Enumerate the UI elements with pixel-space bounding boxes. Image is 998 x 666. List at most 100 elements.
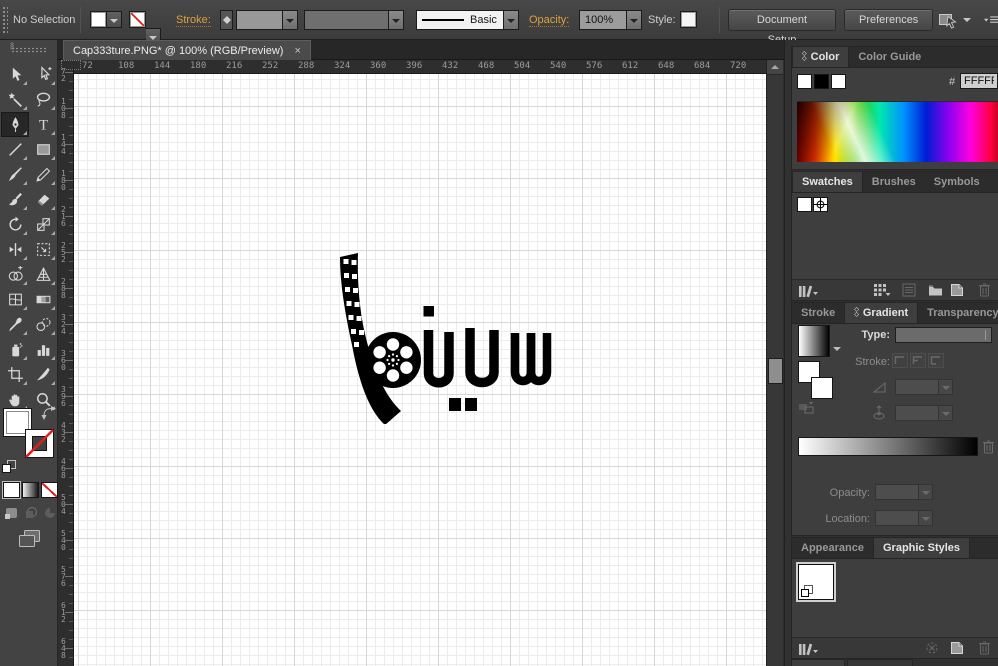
unlink-style-icon[interactable] <box>924 640 940 656</box>
new-swatch-icon[interactable] <box>950 283 964 297</box>
delete-style-icon[interactable] <box>978 640 991 655</box>
cinema-logo-artwork[interactable]: سينما <box>330 248 562 424</box>
panel-grip[interactable] <box>2 6 8 34</box>
free-transform-tool[interactable] <box>29 237 57 262</box>
close-icon[interactable]: × <box>294 45 300 57</box>
magic-wand-tool[interactable] <box>1 87 29 112</box>
delete-swatch-icon[interactable] <box>978 282 991 297</box>
new-color-group-icon[interactable] <box>928 283 943 297</box>
width-tool[interactable] <box>1 237 29 262</box>
tab-appearance[interactable]: Appearance <box>792 538 873 558</box>
tab-color-guide[interactable]: Color Guide <box>849 47 930 67</box>
shape-builder-tool[interactable] <box>1 262 29 287</box>
tab-transparency[interactable]: Transparency <box>918 303 998 323</box>
stroke-color-swatch[interactable] <box>129 11 146 28</box>
symbol-sprayer-tool[interactable] <box>1 337 29 362</box>
swatch-kinds-menu-icon[interactable] <box>873 283 891 297</box>
default-fill-stroke-icon[interactable] <box>2 460 17 474</box>
eyedropper-tool[interactable] <box>1 312 29 337</box>
stroke-weight-combo[interactable] <box>236 10 298 30</box>
rotate-tool[interactable] <box>1 212 29 237</box>
gradient-angle-combo[interactable] <box>895 379 953 395</box>
reverse-gradient-icon[interactable] <box>798 401 816 415</box>
lasso-tool[interactable] <box>29 87 57 112</box>
hex-value-input[interactable] <box>960 73 998 89</box>
mesh-tool[interactable] <box>1 287 29 312</box>
brush-definition-combo[interactable]: Basic <box>416 10 519 30</box>
style-libraries-icon[interactable] <box>798 641 818 656</box>
column-graph-tool[interactable] <box>29 337 57 362</box>
select-similar-dropdown[interactable] <box>963 18 971 26</box>
fill-color-dropdown[interactable] <box>107 11 122 28</box>
scroll-up-icon[interactable] <box>767 60 783 75</box>
swatch-none[interactable] <box>797 197 812 212</box>
draw-normal-icon[interactable] <box>4 506 20 520</box>
chevron-down-icon[interactable] <box>388 11 403 29</box>
draw-inside-icon[interactable] <box>42 506 58 520</box>
document-setup-button[interactable]: Document Setup <box>728 9 836 31</box>
color-white-swatch[interactable] <box>831 74 846 89</box>
gradient-slider[interactable] <box>798 437 978 456</box>
perspective-grid-tool[interactable] <box>29 262 57 287</box>
vertical-ruler[interactable]: 7 21 0 81 4 41 8 02 1 62 5 22 8 83 2 43 … <box>58 68 74 666</box>
draw-behind-icon[interactable] <box>23 506 39 520</box>
blob-brush-tool[interactable] <box>1 187 29 212</box>
swap-fill-stroke-icon[interactable] <box>41 406 56 420</box>
none-mode-button[interactable] <box>41 482 58 498</box>
eraser-tool[interactable] <box>29 187 57 212</box>
tab-stroke[interactable]: Stroke <box>792 303 844 323</box>
stroke-weight-stepper[interactable] <box>220 10 233 30</box>
paintbrush-tool[interactable] <box>1 162 29 187</box>
chevron-down-icon[interactable] <box>503 11 518 29</box>
tab-color[interactable]: ◇ ◇Color <box>792 47 849 67</box>
width-profile-combo[interactable] <box>304 10 404 30</box>
gradient-stroke-buttons[interactable] <box>892 353 946 368</box>
tab-brushes[interactable]: Brushes <box>863 172 925 192</box>
default-graphic-style-item[interactable] <box>798 564 834 600</box>
swatch-libraries-icon[interactable] <box>798 283 818 298</box>
gradient-aspect-combo[interactable] <box>895 405 953 421</box>
collapsed-panel-tab[interactable] <box>847 659 913 666</box>
gradient-menu-dropdown[interactable] <box>833 347 841 355</box>
line-segment-tool[interactable] <box>1 137 29 162</box>
selection-tool[interactable] <box>1 62 29 87</box>
fill-color-swatch[interactable] <box>90 11 107 28</box>
horizontal-ruler[interactable]: 7210814418021625228832436039643246850454… <box>74 60 766 74</box>
new-graphic-style-icon[interactable] <box>950 641 964 655</box>
blend-tool[interactable] <box>29 312 57 337</box>
color-mode-button[interactable] <box>3 482 20 498</box>
tools-panel-grip[interactable] <box>11 47 47 53</box>
vertical-scrollbar[interactable] <box>766 60 783 666</box>
swatch-registration[interactable] <box>813 197 828 212</box>
tab-swatches[interactable]: Swatches <box>792 172 863 192</box>
scale-tool[interactable] <box>29 212 57 237</box>
stroke-indicator[interactable] <box>25 429 54 458</box>
gradient-type-combo[interactable] <box>895 327 992 343</box>
opacity-panel-link[interactable]: Opacity: <box>529 14 569 27</box>
gradient-location-combo[interactable] <box>875 510 933 526</box>
document-tab[interactable]: Cap333ture.PNG* @ 100% (RGB/Preview) × <box>63 40 311 60</box>
color-none-swatch[interactable] <box>797 74 812 89</box>
type-tool[interactable]: T <box>29 112 57 137</box>
color-black-swatch[interactable] <box>814 74 829 89</box>
artboard[interactable]: سينما <box>74 74 766 666</box>
pencil-tool[interactable] <box>29 162 57 187</box>
gradient-fill-thumbnail[interactable] <box>798 325 830 357</box>
tab-gradient[interactable]: ◇ ◇Gradient <box>844 303 918 323</box>
rectangle-tool[interactable] <box>29 137 57 162</box>
artboard-tool[interactable] <box>1 362 29 387</box>
preferences-button[interactable]: Preferences <box>844 9 933 31</box>
delete-stop-icon[interactable] <box>982 439 995 454</box>
gradient-tool[interactable] <box>29 287 57 312</box>
stroke-panel-link[interactable]: Stroke: <box>176 14 211 27</box>
scrollbar-thumb[interactable] <box>768 358 783 384</box>
opacity-combo[interactable]: 100% <box>579 10 642 30</box>
color-spectrum[interactable] <box>797 101 998 162</box>
chevron-down-icon[interactable] <box>626 11 641 29</box>
gradient-opacity-combo[interactable] <box>875 484 933 500</box>
swatch-options-icon[interactable] <box>902 283 916 297</box>
gradient-stroke-proxy[interactable] <box>811 377 833 399</box>
chevron-down-icon[interactable] <box>282 11 297 29</box>
select-similar-objects-icon[interactable] <box>938 11 960 29</box>
slice-tool[interactable] <box>29 362 57 387</box>
